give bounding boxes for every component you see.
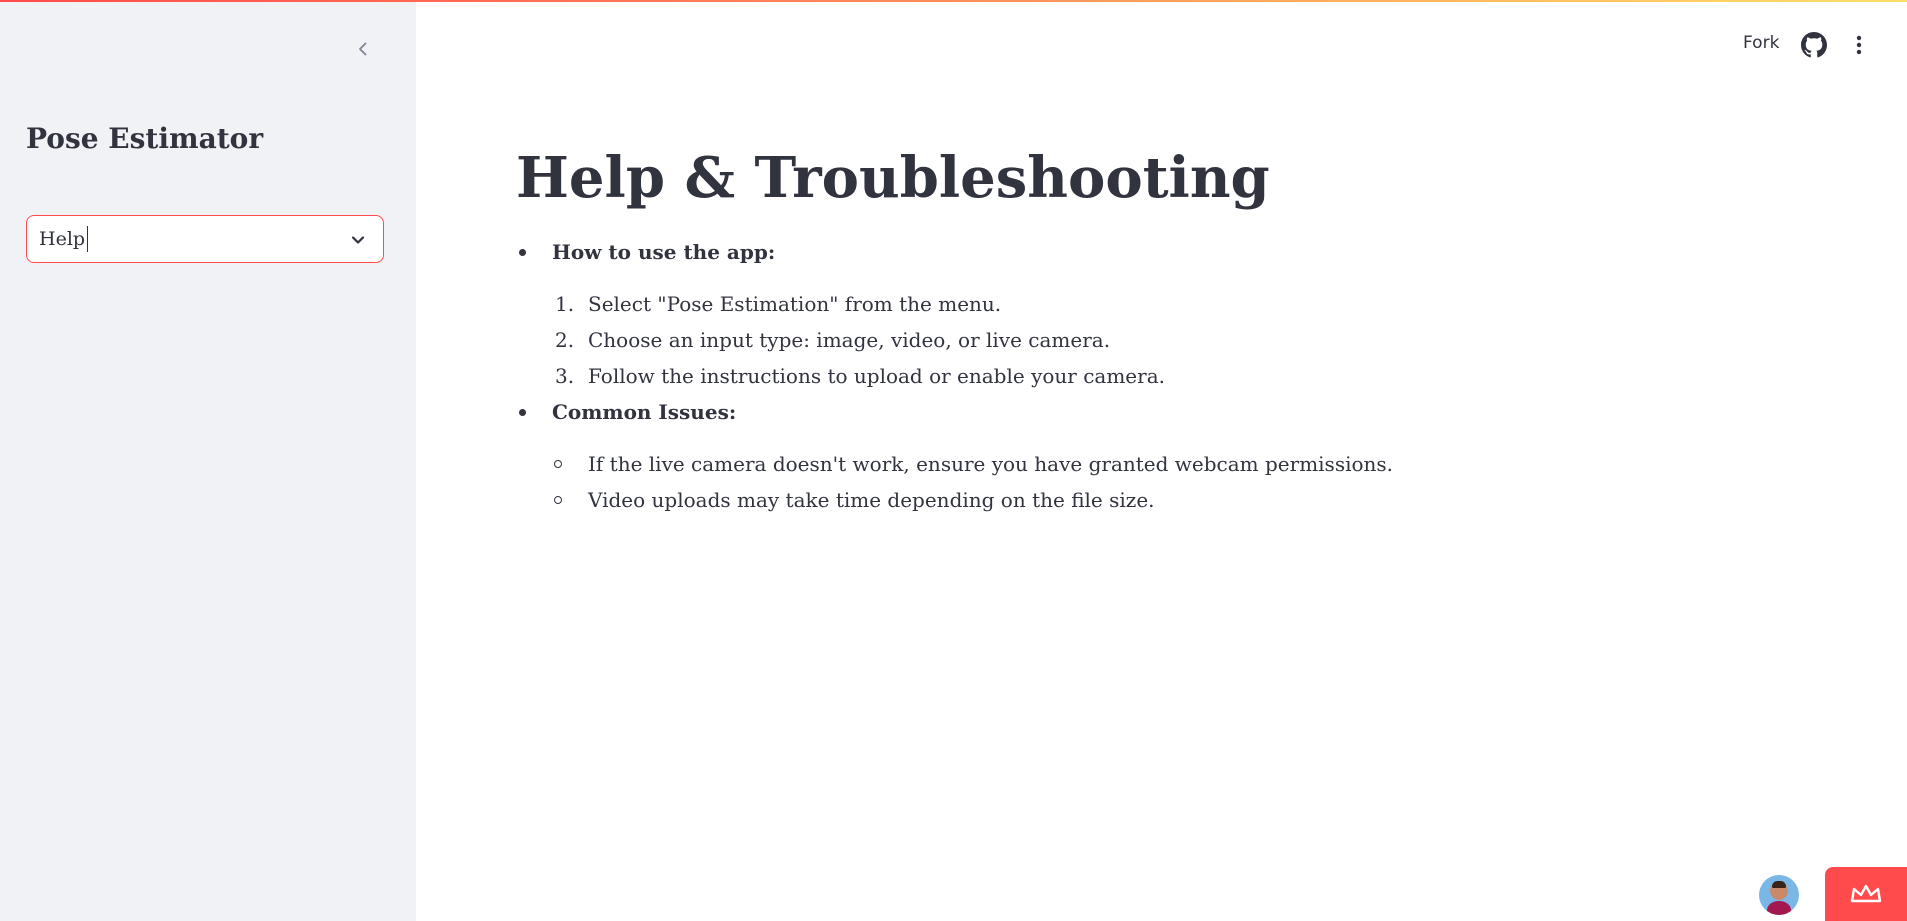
chevron-down-icon[interactable]: [349, 231, 367, 249]
sidebar-title: Pose Estimator: [26, 122, 264, 155]
list-item-text: If the live camera doesn't work, ensure …: [588, 452, 1394, 476]
avatar[interactable]: [1759, 875, 1799, 915]
crown-icon: [1850, 884, 1882, 903]
page-select-value: Help: [39, 228, 86, 250]
chevron-left-icon: [359, 42, 367, 56]
section-heading-issues: Common Issues:: [516, 394, 1816, 430]
main-content: Help & Troubleshooting How to use the ap…: [516, 140, 1816, 518]
list-item-text: Follow the instructions to upload or ena…: [588, 364, 1165, 388]
avatar-hair: [1772, 881, 1786, 888]
list-item-text: Select "Pose Estimation" from the menu.: [588, 292, 1002, 316]
list-item: If the live camera doesn't work, ensure …: [516, 446, 1816, 482]
list-item: 3. Follow the instructions to upload or …: [516, 358, 1816, 394]
page-select[interactable]: Help: [26, 215, 384, 263]
collapse-sidebar-button[interactable]: [350, 36, 376, 62]
top-decoration-bar: [0, 0, 1907, 2]
list-item: 2. Choose an input type: image, video, o…: [516, 322, 1816, 358]
list-item-text: Choose an input type: image, video, or l…: [588, 328, 1111, 352]
list-item-text: Video uploads may take time depending on…: [588, 488, 1155, 512]
github-icon[interactable]: [1801, 32, 1827, 58]
list-item: Video uploads may take time depending on…: [516, 482, 1816, 518]
list-item-number: 2.: [555, 328, 575, 352]
avatar-body: [1767, 901, 1791, 915]
list-item-number: 3.: [555, 364, 575, 388]
page-title: Help & Troubleshooting: [516, 145, 1270, 211]
fork-button[interactable]: Fork: [1743, 33, 1779, 53]
kebab-menu-icon[interactable]: [1846, 32, 1872, 58]
help-content: How to use the app: 1. Select "Pose Esti…: [516, 234, 1816, 518]
list-item-number: 1.: [555, 292, 575, 316]
hosted-with-streamlit-badge[interactable]: [1825, 867, 1907, 921]
list-item: 1. Select "Pose Estimation" from the men…: [516, 286, 1816, 322]
text-cursor: [87, 226, 89, 252]
common-issues-list: If the live camera doesn't work, ensure …: [516, 446, 1816, 518]
usage-steps-list: 1. Select "Pose Estimation" from the men…: [516, 286, 1816, 394]
sidebar: Pose Estimator Help: [0, 0, 416, 921]
section-heading-usage: How to use the app:: [516, 234, 1816, 270]
